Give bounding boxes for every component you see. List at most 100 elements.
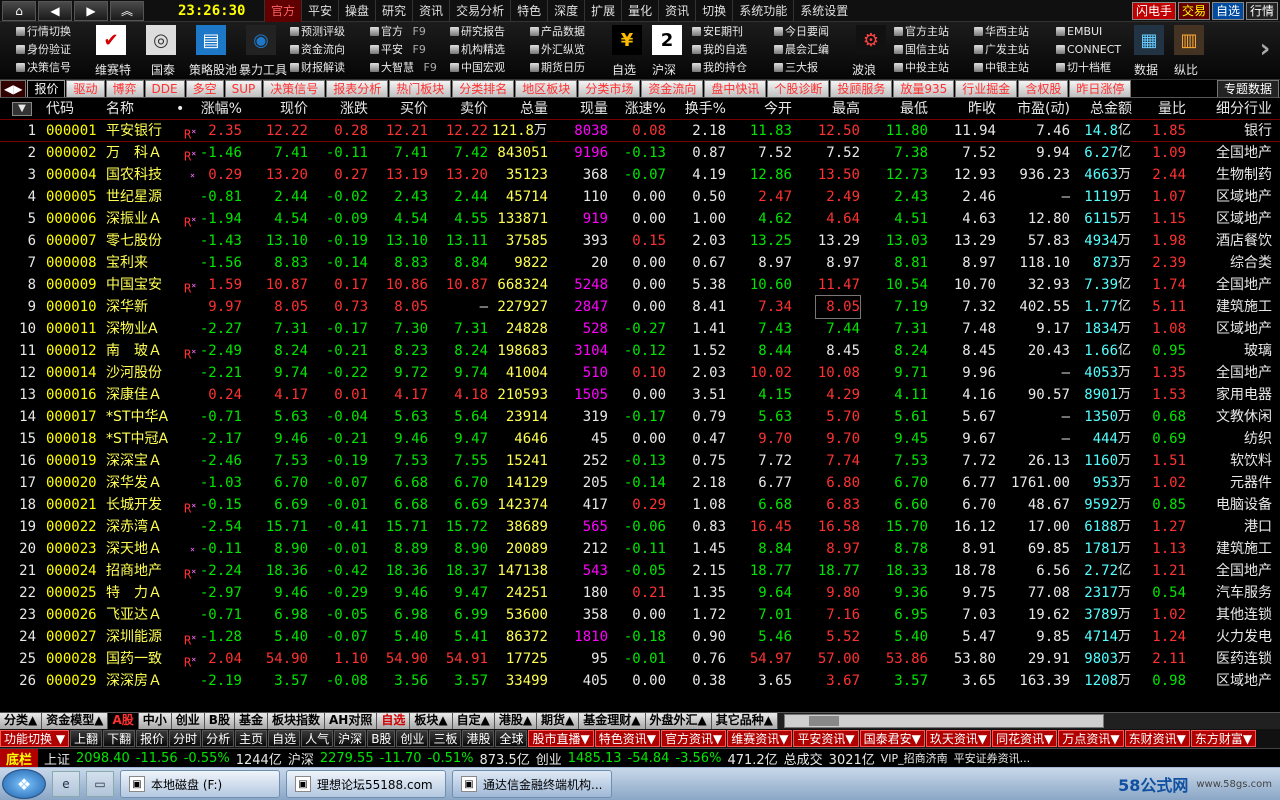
table-row[interactable]: 9 000010 深华新 9.97 8.05 0.73 8.05—227927 2847 0.0… <box>0 295 1280 319</box>
toolbar-link[interactable]: 广发主站 <box>974 42 1054 58</box>
col-code[interactable]: 代码 <box>46 98 74 120</box>
function-button[interactable]: 分时 <box>169 730 202 747</box>
col-bid[interactable]: 买价 <box>380 98 428 120</box>
function-button[interactable]: 自选 <box>268 730 301 747</box>
col-speed[interactable]: 涨速% <box>616 98 666 120</box>
toolbar-icon-button[interactable]: ◉ <box>246 25 276 55</box>
market-tab[interactable]: 外盘外汇▲ <box>645 713 712 729</box>
toolbar-icon-button[interactable]: ▦ <box>1134 25 1164 55</box>
toolbar-link[interactable]: 晨会汇编 <box>774 42 850 58</box>
toolbar-link[interactable]: 安E期刊 <box>692 24 768 40</box>
tab-10[interactable]: 分类排名 <box>452 80 515 97</box>
col-vol[interactable]: 总量 <box>498 98 548 120</box>
toolbar-icon-button[interactable]: ⚙ <box>856 25 886 55</box>
col-cur[interactable]: 现量 <box>560 98 608 120</box>
taskbar-task[interactable]: ▣ 通达信金融终端机构... <box>452 770 612 798</box>
col-pe[interactable]: 市盈(动) <box>1000 98 1070 120</box>
toolbar-icon-button[interactable]: ▤ <box>196 25 226 55</box>
table-row[interactable]: 18 000021 长城开发 R× -0.15 6.69 -0.01 6.68 6.69 1423… <box>0 494 1280 516</box>
back-button[interactable]: ◀ <box>38 0 72 21</box>
col-ask[interactable]: 卖价 <box>440 98 488 120</box>
menu-item[interactable]: 系统设置 <box>793 0 854 22</box>
col-price[interactable]: 现价 <box>260 98 308 120</box>
col-name[interactable]: 名称 <box>106 98 134 120</box>
function-button[interactable]: 分析 <box>202 730 235 747</box>
toolbar-link[interactable]: 三大报 <box>774 60 850 76</box>
toolbar-link[interactable]: 中投主站 <box>894 60 974 76</box>
toolbar-link[interactable]: 身份验证 <box>16 42 86 58</box>
toolbar-scroll-right-button[interactable]: › <box>1254 34 1276 64</box>
function-button[interactable]: B股 <box>367 730 396 747</box>
function-button[interactable]: 全球 <box>495 730 528 747</box>
tab-7[interactable]: 决策信号 <box>263 80 326 97</box>
news-ticker[interactable]: 平安证券资讯... <box>954 750 1031 766</box>
toolbar-link[interactable]: 我的持仓 <box>692 60 768 76</box>
up-button[interactable]: ︽ <box>110 0 144 21</box>
toolbar-link[interactable]: 研究报告 <box>450 24 526 40</box>
table-row[interactable]: 11 000012 南 玻Ａ R× -2.49 8.24 -0.21 8.23 8.24 1986… <box>0 340 1280 362</box>
toolbar-link[interactable]: 大智慧 F9 <box>370 60 442 76</box>
market-tab[interactable]: 期货▲ <box>537 713 580 729</box>
table-row[interactable]: 21 000024 招商地产 R× -2.24 18.36 -0.42 18.36 18.37 1… <box>0 560 1280 582</box>
market-tab[interactable]: AH对照 <box>324 713 378 729</box>
menu-item[interactable]: 资讯 <box>658 0 695 22</box>
toolbar-link[interactable]: 预测评级 <box>290 24 366 40</box>
menu-item[interactable]: 官方 <box>264 0 302 22</box>
news-button[interactable]: 万点资讯▼ <box>1058 730 1124 747</box>
market-tab[interactable]: 资金模型▲ <box>42 713 109 729</box>
toolbar-link[interactable]: 中银主站 <box>974 60 1054 76</box>
tab-14[interactable]: 盘中快讯 <box>704 80 767 97</box>
toolbar-link[interactable]: 中国宏观 <box>450 60 526 76</box>
table-row[interactable]: 25 000028 国药一致 R× 2.04 54.90 1.10 54.90 54.91 177… <box>0 648 1280 670</box>
tab-11[interactable]: 地区板块 <box>515 80 578 97</box>
toolbar-link[interactable]: 今日要闻 <box>774 24 850 40</box>
toolbar-link[interactable]: 官方主站 <box>894 24 974 40</box>
column-menu-button[interactable]: ▼ <box>12 102 32 116</box>
quick-launch-ie[interactable]: e <box>52 771 80 797</box>
menu-item[interactable]: 系统功能 <box>732 0 793 22</box>
col-pct[interactable]: 涨幅% <box>190 98 242 120</box>
table-row[interactable]: 5 000006 深振业Ａ R× -1.94 4.54 -0.09 4.54 4.55 13387… <box>0 208 1280 230</box>
col-low[interactable]: 最低 <box>880 98 928 120</box>
toolbar-link[interactable]: 期货日历 <box>530 60 606 76</box>
market-tab[interactable]: 自选 <box>377 713 411 729</box>
tab-16[interactable]: 投顾服务 <box>830 80 893 97</box>
toolbar-link[interactable]: CONNECT <box>1056 42 1128 58</box>
table-row[interactable]: 20 000023 深天地Ａ × -0.11 8.90 -0.01 8.89 8.90 20089… <box>0 538 1280 560</box>
tab-9[interactable]: 热门板块 <box>389 80 452 97</box>
table-row[interactable]: 1 000001 平安银行 R× 2.35 12.22 0.28 12.21 12.22 121.… <box>0 120 1280 142</box>
function-button[interactable]: 主页 <box>235 730 268 747</box>
toolbar-icon-button[interactable]: ✔ <box>96 25 126 55</box>
table-row[interactable]: 19 000022 深赤湾Ａ -2.54 15.71 -0.41 15.71 15.72 386… <box>0 516 1280 538</box>
table-row[interactable]: 10 000011 深物业A -2.27 7.31 -0.17 7.30 7.31 24828 5… <box>0 318 1280 340</box>
top-right-button[interactable]: 行情 <box>1245 1 1278 20</box>
tab-2[interactable]: 驱动 <box>66 80 105 97</box>
forward-button[interactable]: ▶ <box>74 0 108 21</box>
taskbar-task[interactable]: ▣ 理想论坛55188.com <box>286 770 446 798</box>
news-button[interactable]: 股市直播▼ <box>528 730 594 747</box>
col-ratio[interactable]: 量比 <box>1146 98 1186 120</box>
toolbar-link[interactable]: 财报解读 <box>290 60 366 76</box>
menu-item[interactable]: 扩展 <box>584 0 621 22</box>
table-row[interactable]: 12 000014 沙河股份 -2.21 9.74 -0.22 9.72 9.74 41004 5… <box>0 362 1280 384</box>
toolbar-link[interactable]: 华西主站 <box>974 24 1054 40</box>
tab-20[interactable]: 昨日涨停 <box>1069 80 1132 97</box>
tab-15[interactable]: 个股诊断 <box>767 80 830 97</box>
news-button[interactable]: 玖天资讯▼ <box>925 730 992 747</box>
horizontal-scrollbar[interactable] <box>783 714 1104 728</box>
news-button[interactable]: 国泰君安▼ <box>859 730 925 747</box>
toolbar-link[interactable]: 资金流向 <box>290 42 366 58</box>
market-tab[interactable]: 中小 <box>138 713 172 729</box>
taskbar-task[interactable]: ▣ 本地磁盘 (F:) <box>120 770 280 798</box>
toolbar-link[interactable]: 机构精选 <box>450 42 526 58</box>
table-row[interactable]: 24 000027 深圳能源 R× -1.28 5.40 -0.07 5.40 5.41 8637… <box>0 626 1280 648</box>
start-button[interactable]: ❖ <box>2 769 46 799</box>
function-button[interactable]: 三板 <box>429 730 462 747</box>
market-tab[interactable]: 基金 <box>234 713 268 729</box>
toolbar-link[interactable]: 产品数据 <box>530 24 606 40</box>
vip-server[interactable]: VIP_招商济南 <box>881 750 948 766</box>
table-row[interactable]: 17 000020 深华发Ａ -1.03 6.70 -0.07 6.68 6.70 14129 2… <box>0 472 1280 494</box>
home-button[interactable]: ⌂ <box>2 0 36 21</box>
menu-item[interactable]: 深度 <box>547 0 584 22</box>
top-right-button[interactable]: 交易 <box>1177 1 1210 20</box>
